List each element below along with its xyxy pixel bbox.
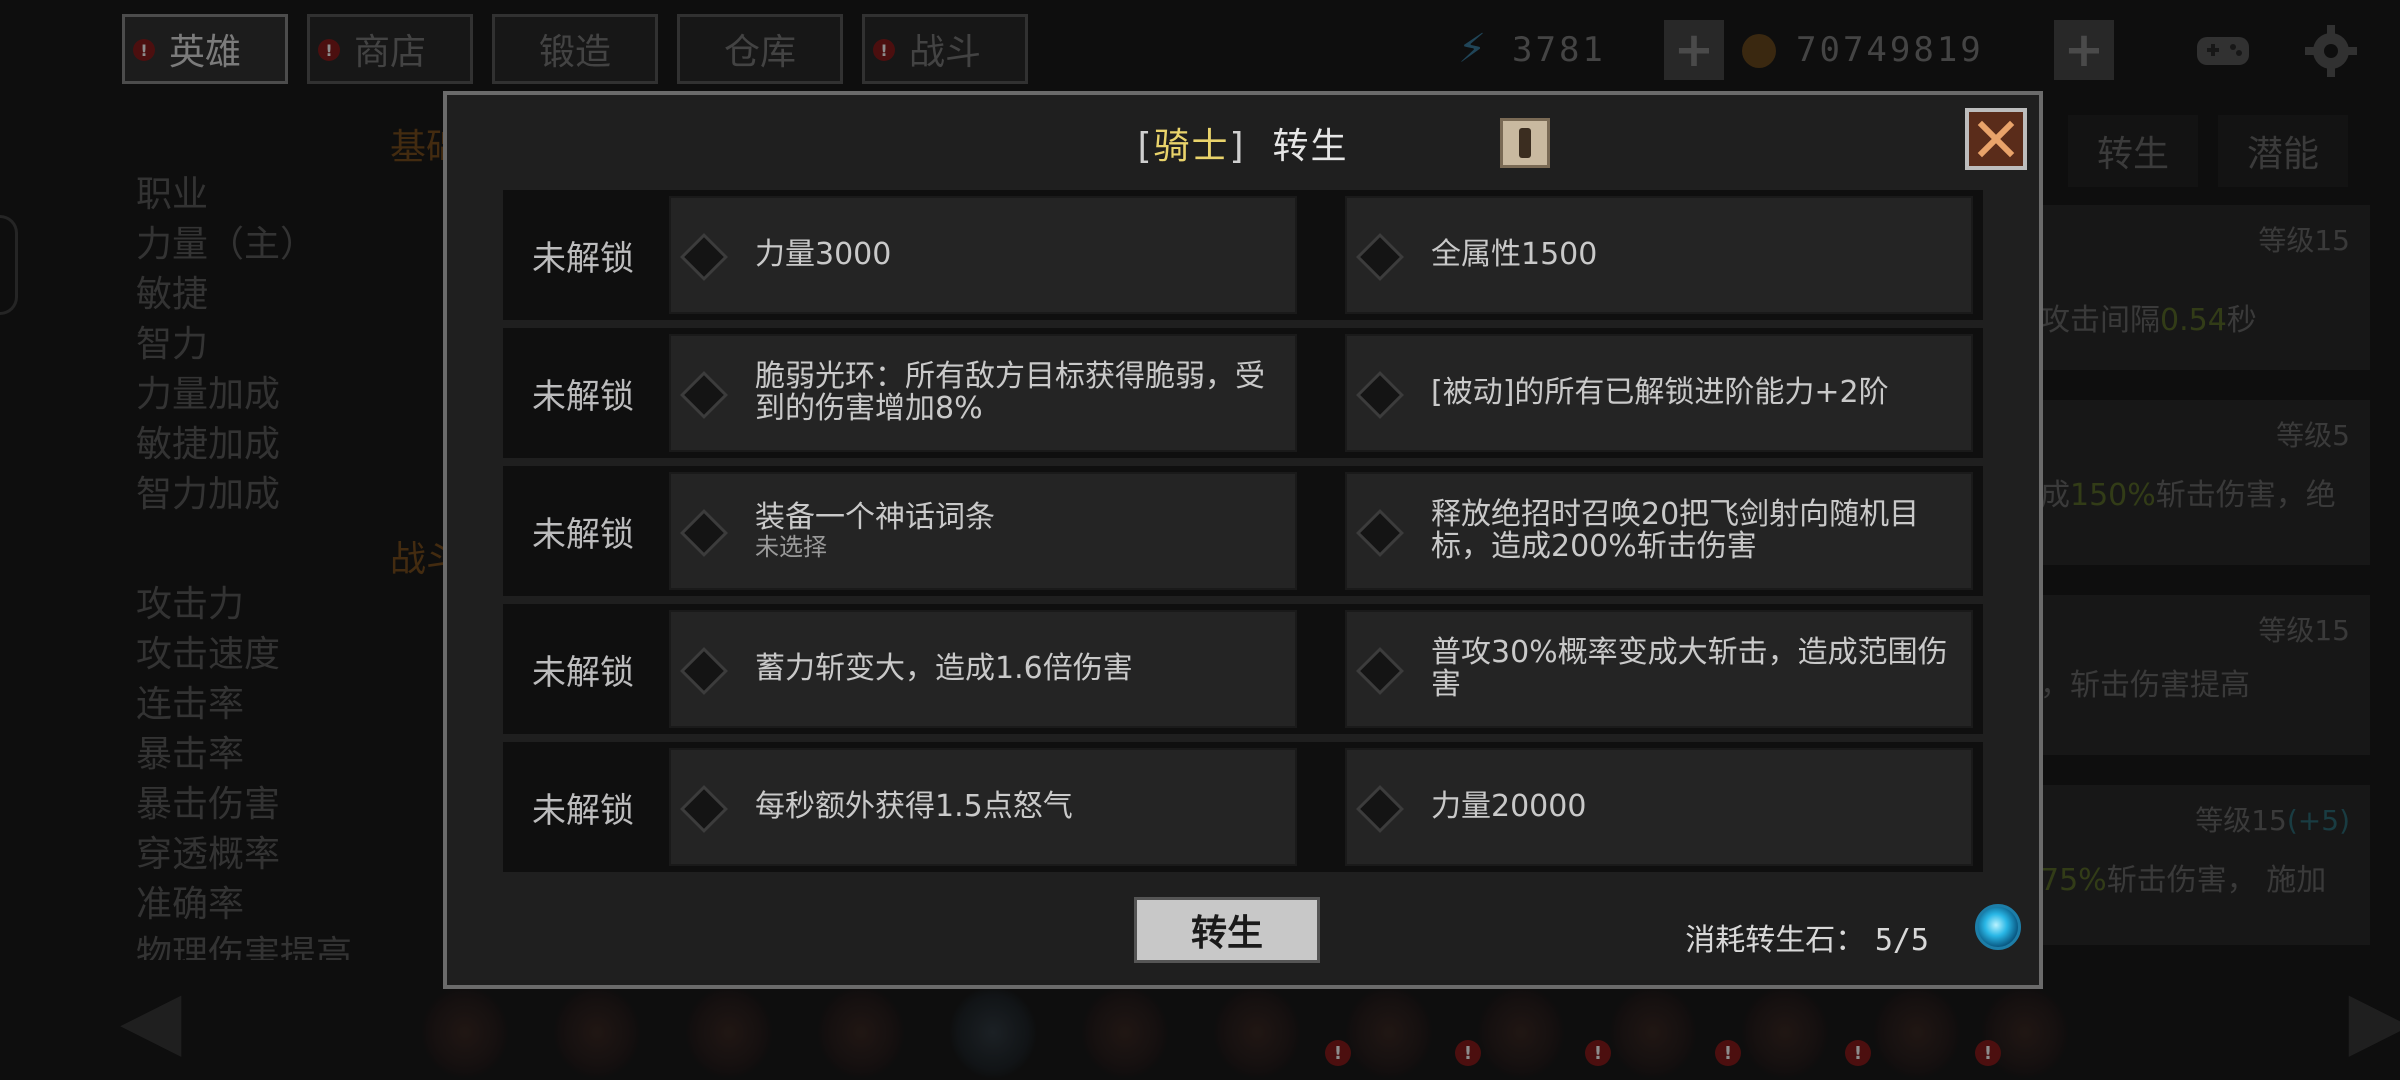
diamond-icon xyxy=(679,508,729,558)
cost-label: 消耗转生石： xyxy=(1685,923,1866,958)
rebirth-option[interactable]: 装备一个神话词条 未选择 xyxy=(669,472,1297,590)
rebirth-option[interactable]: 力量20000 xyxy=(1345,748,1973,866)
rebirth-option[interactable]: [被动]的所有已解锁进阶能力+2阶 xyxy=(1345,334,1973,452)
rebirth-option[interactable]: 每秒额外获得1.5点怒气 xyxy=(669,748,1297,866)
rebirth-button[interactable]: 转生 xyxy=(1134,897,1320,963)
option-text: 全属性1500 xyxy=(1431,237,1598,272)
rebirth-option[interactable]: 普攻30%概率变成大斩击，造成范围伤害 xyxy=(1345,610,1973,728)
close-button[interactable] xyxy=(1965,108,2027,170)
diamond-icon xyxy=(679,784,729,834)
option-text: 释放绝招时召唤20把飞剑射向随机目标，造成200%斩击伤害 xyxy=(1431,497,1920,564)
rebirth-stone-icon xyxy=(1975,904,2021,950)
close-icon xyxy=(1977,120,2015,158)
rebirth-row: 未解锁 力量3000 全属性1500 xyxy=(503,190,1983,320)
diamond-icon xyxy=(679,232,729,282)
diamond-icon xyxy=(1355,646,1405,696)
option-text: 普攻30%概率变成大斩击，造成范围伤害 xyxy=(1431,635,1948,702)
rebirth-option[interactable]: 全属性1500 xyxy=(1345,196,1973,314)
diamond-icon xyxy=(679,646,729,696)
rebirth-row: 未解锁 脆弱光环：所有敌方目标获得脆弱，受到的伤害增加8% [被动]的所有已解锁… xyxy=(503,328,1983,458)
class-name: 骑士 xyxy=(1153,126,1230,167)
option-text: 力量20000 xyxy=(1431,789,1587,824)
diamond-icon xyxy=(679,370,729,420)
rebirth-option[interactable]: 释放绝招时召唤20把飞剑射向随机目标，造成200%斩击伤害 xyxy=(1345,472,1973,590)
option-text: 蓄力斩变大，造成1.6倍伤害 xyxy=(755,651,1133,686)
diamond-icon xyxy=(1355,232,1405,282)
diamond-icon xyxy=(1355,508,1405,558)
lock-status: 未解锁 xyxy=(532,376,634,417)
rebirth-option[interactable]: 力量3000 xyxy=(669,196,1297,314)
lock-status: 未解锁 xyxy=(532,652,634,693)
rebirth-row: 未解锁 装备一个神话词条 未选择 释放绝招时召唤20把飞剑射向随机目标，造成20… xyxy=(503,466,1983,596)
dialog-title-text: 转生 xyxy=(1272,126,1349,167)
lock-status: 未解锁 xyxy=(532,514,634,555)
lock-status: 未解锁 xyxy=(532,238,634,279)
option-text: [被动]的所有已解锁进阶能力+2阶 xyxy=(1431,375,1889,410)
exclamation-icon xyxy=(1519,128,1531,158)
dialog-title: [骑士] 转生 xyxy=(1137,126,1349,167)
lock-status: 未解锁 xyxy=(532,790,634,831)
rebirth-dialog: [骑士] 转生 未解锁 力量3000 全属性1500 未解锁 脆弱光环：所有敌方… xyxy=(443,91,2043,989)
diamond-icon xyxy=(1355,370,1405,420)
option-subtext: 未选择 xyxy=(755,533,827,561)
option-text: 脆弱光环：所有敌方目标获得脆弱，受到的伤害增加8% xyxy=(755,359,1265,426)
option-text: 力量3000 xyxy=(755,237,892,272)
option-text: 每秒额外获得1.5点怒气 xyxy=(755,789,1073,824)
diamond-icon xyxy=(1355,784,1405,834)
cost-value: 5/5 xyxy=(1874,923,1929,958)
rebirth-option[interactable]: 脆弱光环：所有敌方目标获得脆弱，受到的伤害增加8% xyxy=(669,334,1297,452)
rebirth-row: 未解锁 每秒额外获得1.5点怒气 力量20000 xyxy=(503,742,1983,872)
info-button[interactable] xyxy=(1500,118,1550,168)
rebirth-option[interactable]: 蓄力斩变大，造成1.6倍伤害 xyxy=(669,610,1297,728)
rebirth-row: 未解锁 蓄力斩变大，造成1.6倍伤害 普攻30%概率变成大斩击，造成范围伤害 xyxy=(503,604,1983,734)
rebirth-cost: 消耗转生石： 5/5 xyxy=(1685,915,1929,959)
option-text: 装备一个神话词条 xyxy=(755,500,995,535)
